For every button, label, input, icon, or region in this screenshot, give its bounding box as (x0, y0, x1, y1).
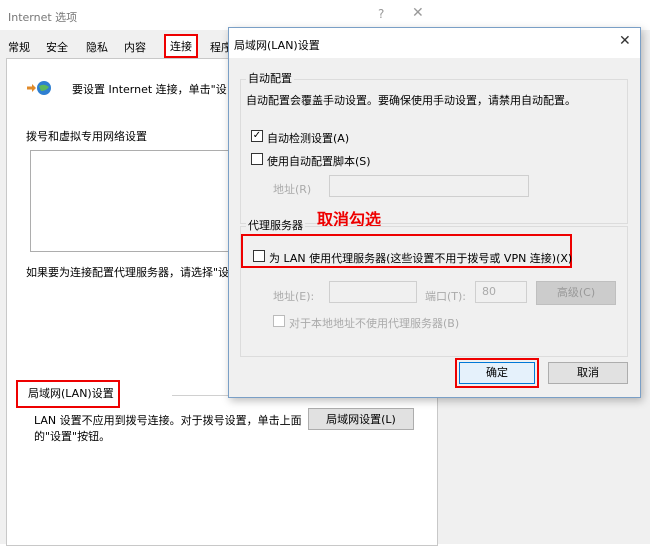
dialog-title: 局域网(LAN)设置 (234, 39, 320, 52)
proxy-server-title: 代理服务器 (246, 217, 305, 233)
close-icon[interactable]: ✕ (412, 5, 424, 21)
script-address-label: 地址(R) (273, 183, 312, 196)
auto-script-checkbox[interactable] (251, 153, 263, 165)
lan-dialog-titlebar: 局域网(LAN)设置 ✕ (229, 28, 640, 58)
window-title: Internet 选项 (8, 11, 78, 24)
tab-content[interactable]: 内容 (120, 38, 150, 58)
setup-connection-text: 要设置 Internet 连接，单击"设 (72, 83, 227, 96)
close-icon[interactable]: ✕ (619, 33, 631, 49)
advanced-button[interactable]: 高级(C) (536, 281, 616, 305)
lan-description: LAN 设置不应用到拨号连接。对于拨号设置，单击上面的"设置"按钮。 (34, 414, 302, 443)
auto-detect-label[interactable]: 自动检测设置(A) (267, 130, 349, 146)
bypass-local-label[interactable]: 对于本地地址不使用代理服务器(B) (289, 315, 459, 331)
proxy-address-input[interactable] (329, 281, 417, 303)
internet-options-titlebar: Internet 选项 ? ✕ (0, 0, 650, 30)
tab-security[interactable]: 安全 (42, 38, 72, 58)
lan-section-heading: 局域网(LAN)设置 (16, 380, 120, 408)
tab-privacy[interactable]: 隐私 (82, 38, 112, 58)
help-icon[interactable]: ? (378, 7, 384, 21)
auto-config-description: 自动配置会覆盖手动设置。要确保使用手动设置，请禁用自动配置。 (246, 94, 576, 107)
dialup-connections-list[interactable] (30, 150, 232, 252)
dialup-section-label: 拨号和虚拟专用网络设置 (26, 130, 147, 143)
auto-detect-checkbox[interactable]: ✓ (251, 130, 263, 142)
script-address-input[interactable] (329, 175, 529, 197)
auto-script-label[interactable]: 使用自动配置脚本(S) (267, 153, 371, 169)
port-label: 端口(T): (425, 290, 467, 303)
checkmark-icon: ✓ (252, 130, 262, 141)
lan-settings-button[interactable]: 局域网设置(L) (308, 408, 414, 430)
tab-connections[interactable]: 连接 (164, 34, 198, 58)
lan-settings-dialog: 局域网(LAN)设置 ✕ 自动配置 自动配置会覆盖手动设置。要确保使用手动设置，… (228, 27, 641, 398)
tab-general[interactable]: 常规 (4, 38, 34, 58)
cancel-button[interactable]: 取消 (548, 362, 628, 384)
proxy-address-label: 地址(E): (273, 290, 315, 303)
use-proxy-checkbox[interactable] (253, 250, 265, 262)
auto-config-title: 自动配置 (246, 70, 294, 86)
bypass-local-checkbox[interactable] (273, 315, 285, 327)
globe-connection-icon (27, 81, 51, 95)
use-proxy-label[interactable]: 为 LAN 使用代理服务器(这些设置不用于拨号或 VPN 连接)(X) (269, 250, 572, 266)
section-divider (172, 395, 232, 396)
ok-button[interactable]: 确定 (459, 362, 535, 384)
proxy-hint-text: 如果要为连接配置代理服务器，请选择"设 (26, 266, 230, 279)
port-input[interactable]: 80 (475, 281, 527, 303)
